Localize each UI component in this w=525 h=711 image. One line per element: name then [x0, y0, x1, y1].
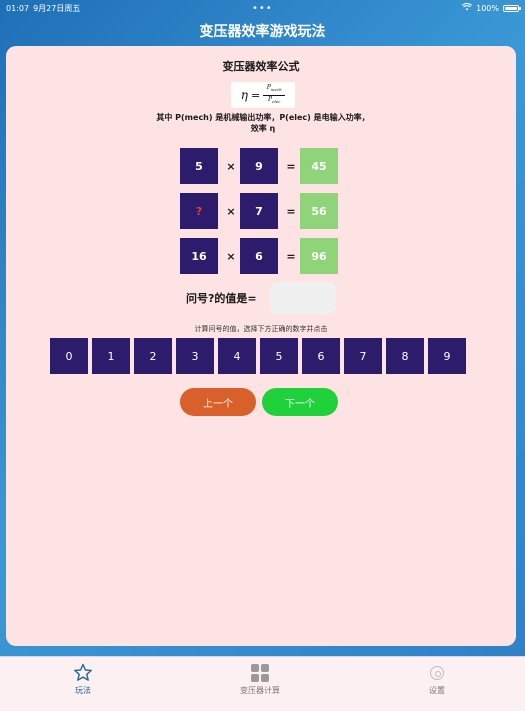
puzzle-row-1: 5 × 9 = 45: [180, 148, 350, 184]
puzzle-operand-b: 6: [240, 238, 278, 274]
puzzle-operand-b: 7: [240, 193, 278, 229]
digit-button-6[interactable]: 6: [302, 338, 340, 374]
grid-icon: [250, 663, 270, 683]
denominator-subscript: elec: [272, 98, 281, 104]
status-left: 01:07 9月27日周五: [6, 3, 80, 14]
tab-bar: 玩法 变压器计算 设置: [0, 656, 525, 711]
numerator-subscript: mech: [270, 87, 282, 93]
multiply-sign: ×: [226, 204, 236, 218]
puzzle-operand-a: 5: [180, 148, 218, 184]
digit-button-0[interactable]: 0: [50, 338, 88, 374]
tab-settings[interactable]: 设置: [392, 663, 482, 703]
tab-play[interactable]: 玩法: [38, 663, 128, 703]
digit-button-9[interactable]: 9: [428, 338, 466, 374]
battery-percent: 100%: [476, 3, 499, 13]
formula-title: 变压器效率公式: [222, 60, 300, 73]
answer-row: 问号?的值是=: [186, 282, 346, 316]
status-time: 01:07: [6, 3, 30, 13]
instruction-text: 计算问号的值，选择下方正确的数字并点击: [194, 325, 328, 333]
digit-button-2[interactable]: 2: [134, 338, 172, 374]
digit-button-8[interactable]: 8: [386, 338, 424, 374]
multiply-sign: ×: [226, 159, 236, 173]
formula-fraction: Pmech Pelec: [263, 84, 286, 106]
equals-sign: =: [286, 159, 296, 173]
formula-numerator: Pmech: [267, 84, 282, 94]
star-icon: [73, 663, 93, 683]
equals-sign: =: [286, 204, 296, 218]
status-date: 9月27日周五: [33, 3, 81, 13]
digit-button-1[interactable]: 1: [92, 338, 130, 374]
puzzle-operand-b: 9: [240, 148, 278, 184]
puzzle-result: 56: [300, 193, 338, 229]
tab-label: 玩法: [75, 686, 91, 695]
puzzle-result: 96: [300, 238, 338, 274]
puzzle-operand-a: 16: [180, 238, 218, 274]
next-button[interactable]: 下一个: [262, 388, 338, 416]
puzzle-unknown: ?: [180, 193, 218, 229]
battery-icon: [503, 4, 521, 12]
formula-eta: η: [240, 88, 248, 102]
efficiency-formula: η = Pmech Pelec: [231, 82, 295, 108]
equals-sign: =: [286, 249, 296, 263]
puzzle-row-2: ? × 7 = 56: [180, 193, 350, 229]
status-right: 100%: [461, 3, 521, 13]
gear-icon-shape: [430, 666, 444, 680]
tab-label: 设置: [429, 686, 445, 695]
tab-transformer-calc[interactable]: 变压器计算: [215, 663, 305, 703]
grid-icon-shape: [251, 664, 269, 682]
tab-label: 变压器计算: [240, 686, 280, 695]
multiply-sign: ×: [226, 249, 236, 263]
gear-icon: [427, 663, 447, 683]
puzzle-row-3: 16 × 6 = 96: [180, 238, 350, 274]
formula-description: 其中 P(mech) 是机械输出功率，P(elec) 是电输入功率，效率 η: [156, 113, 370, 133]
answer-field: [270, 282, 336, 314]
wifi-icon: [461, 3, 473, 13]
answer-label: 问号?的值是=: [186, 292, 257, 305]
puzzle-result: 45: [300, 148, 338, 184]
digit-keypad: 0 1 2 3 4 5 6 7 8 9: [50, 338, 470, 374]
digit-button-7[interactable]: 7: [344, 338, 382, 374]
digit-button-3[interactable]: 3: [176, 338, 214, 374]
digit-button-5[interactable]: 5: [260, 338, 298, 374]
play-card: 变压器效率公式 η = Pmech Pelec 其中 P(mech) 是机械输出…: [6, 46, 516, 646]
previous-button[interactable]: 上一个: [180, 388, 256, 416]
multitask-dots[interactable]: •••: [252, 3, 273, 14]
formula-equals: =: [250, 88, 261, 102]
formula-denominator: Pelec: [268, 96, 280, 106]
battery-fill: [505, 6, 517, 10]
page-title: 变压器效率游戏玩法: [199, 24, 326, 40]
digit-button-4[interactable]: 4: [218, 338, 256, 374]
